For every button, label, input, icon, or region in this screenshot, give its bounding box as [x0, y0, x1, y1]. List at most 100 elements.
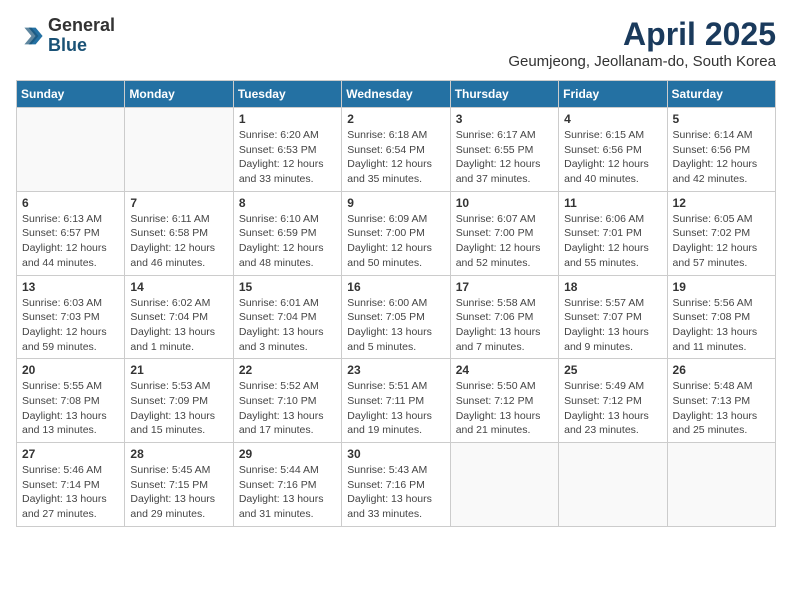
day-number: 22	[239, 363, 336, 377]
table-row: 30Sunrise: 5:43 AMSunset: 7:16 PMDayligh…	[342, 443, 450, 527]
table-row: 13 Sunrise: 6:03 AMSunset: 7:03 PMDayligh…	[17, 275, 125, 359]
table-row: 19 Sunrise: 5:56 AMSunset: 7:08 PMDayligh…	[667, 275, 775, 359]
day-info: Sunrise: 5:48 AMSunset: 7:13 PMDaylight:…	[673, 379, 770, 438]
day-number: 6	[22, 196, 119, 210]
day-info: Sunrise: 5:57 AMSunset: 7:07 PMDaylight:…	[564, 296, 661, 355]
table-row: 28Sunrise: 5:45 AMSunset: 7:15 PMDayligh…	[125, 443, 233, 527]
day-number: 15	[239, 280, 336, 294]
table-row: 4 Sunrise: 6:15 AMSunset: 6:56 PMDaylight…	[559, 108, 667, 192]
day-number: 9	[347, 196, 444, 210]
day-info: Sunrise: 6:20 AMSunset: 6:53 PMDaylight:…	[239, 128, 336, 187]
day-number: 20	[22, 363, 119, 377]
day-number: 2	[347, 112, 444, 126]
table-row: 5Sunrise: 6:14 AMSunset: 6:56 PMDaylight…	[667, 108, 775, 192]
table-row: 26Sunrise: 5:48 AMSunset: 7:13 PMDayligh…	[667, 359, 775, 443]
header-saturday: Saturday	[667, 81, 775, 108]
location-title: Geumjeong, Jeollanam-do, South Korea	[508, 53, 776, 70]
day-info: Sunrise: 5:45 AMSunset: 7:15 PMDaylight:…	[130, 463, 227, 522]
day-info: Sunrise: 5:52 AMSunset: 7:10 PMDaylight:…	[239, 379, 336, 438]
day-number: 19	[673, 280, 770, 294]
day-info: Sunrise: 5:46 AMSunset: 7:14 PMDaylight:…	[22, 463, 119, 522]
table-row: 16Sunrise: 6:00 AMSunset: 7:05 PMDayligh…	[342, 275, 450, 359]
logo-blue: Blue	[48, 36, 115, 56]
day-info: Sunrise: 5:58 AMSunset: 7:06 PMDaylight:…	[456, 296, 553, 355]
day-number: 18	[564, 280, 661, 294]
day-number: 5	[673, 112, 770, 126]
table-row	[17, 108, 125, 192]
day-number: 23	[347, 363, 444, 377]
day-info: Sunrise: 6:02 AMSunset: 7:04 PMDaylight:…	[130, 296, 227, 355]
day-number: 24	[456, 363, 553, 377]
table-row: 12Sunrise: 6:05 AMSunset: 7:02 PMDayligh…	[667, 191, 775, 275]
day-number: 14	[130, 280, 227, 294]
table-row: 15 Sunrise: 6:01 AMSunset: 7:04 PMDayligh…	[233, 275, 341, 359]
day-info: Sunrise: 5:55 AMSunset: 7:08 PMDaylight:…	[22, 379, 119, 438]
calendar-week-4: 20 Sunrise: 5:55 AMSunset: 7:08 PMDayligh…	[17, 359, 776, 443]
table-row: 20 Sunrise: 5:55 AMSunset: 7:08 PMDayligh…	[17, 359, 125, 443]
table-row: 9 Sunrise: 6:09 AMSunset: 7:00 PMDaylight…	[342, 191, 450, 275]
day-number: 29	[239, 447, 336, 461]
table-row: 24 Sunrise: 5:50 AMSunset: 7:12 PMDayligh…	[450, 359, 558, 443]
day-info: Sunrise: 5:50 AMSunset: 7:12 PMDaylight:…	[456, 379, 553, 438]
header-friday: Friday	[559, 81, 667, 108]
table-row: 22 Sunrise: 5:52 AMSunset: 7:10 PMDayligh…	[233, 359, 341, 443]
table-row	[450, 443, 558, 527]
day-number: 1	[239, 112, 336, 126]
day-number: 16	[347, 280, 444, 294]
table-row: 10 Sunrise: 6:07 AMSunset: 7:00 PMDayligh…	[450, 191, 558, 275]
day-number: 12	[673, 196, 770, 210]
table-row: 2 Sunrise: 6:18 AMSunset: 6:54 PMDaylight…	[342, 108, 450, 192]
day-info: Sunrise: 5:49 AMSunset: 7:12 PMDaylight:…	[564, 379, 661, 438]
table-row: 29 Sunrise: 5:44 AMSunset: 7:16 PMDayligh…	[233, 443, 341, 527]
table-row: 7Sunrise: 6:11 AMSunset: 6:58 PMDaylight…	[125, 191, 233, 275]
day-info: Sunrise: 6:07 AMSunset: 7:00 PMDaylight:…	[456, 212, 553, 271]
day-info: Sunrise: 6:13 AMSunset: 6:57 PMDaylight:…	[22, 212, 119, 271]
day-info: Sunrise: 5:56 AMSunset: 7:08 PMDaylight:…	[673, 296, 770, 355]
table-row: 18 Sunrise: 5:57 AMSunset: 7:07 PMDayligh…	[559, 275, 667, 359]
table-row: 3 Sunrise: 6:17 AMSunset: 6:55 PMDaylight…	[450, 108, 558, 192]
day-info: Sunrise: 6:03 AMSunset: 7:03 PMDaylight:…	[22, 296, 119, 355]
month-title: April 2025	[508, 16, 776, 53]
day-number: 11	[564, 196, 661, 210]
title-area: April 2025 Geumjeong, Jeollanam-do, Sout…	[508, 16, 776, 70]
calendar-week-2: 6 Sunrise: 6:13 AMSunset: 6:57 PMDaylight…	[17, 191, 776, 275]
table-row	[667, 443, 775, 527]
day-info: Sunrise: 6:18 AMSunset: 6:54 PMDaylight:…	[347, 128, 444, 187]
day-number: 27	[22, 447, 119, 461]
day-info: Sunrise: 6:15 AMSunset: 6:56 PMDaylight:…	[564, 128, 661, 187]
table-row	[559, 443, 667, 527]
day-info: Sunrise: 6:01 AMSunset: 7:04 PMDaylight:…	[239, 296, 336, 355]
header-wednesday: Wednesday	[342, 81, 450, 108]
table-row: 21Sunrise: 5:53 AMSunset: 7:09 PMDayligh…	[125, 359, 233, 443]
day-info: Sunrise: 6:11 AMSunset: 6:58 PMDaylight:…	[130, 212, 227, 271]
day-number: 21	[130, 363, 227, 377]
day-info: Sunrise: 5:44 AMSunset: 7:16 PMDaylight:…	[239, 463, 336, 522]
calendar-header-row: Sunday Monday Tuesday Wednesday Thursday…	[17, 81, 776, 108]
day-number: 30	[347, 447, 444, 461]
table-row: 6 Sunrise: 6:13 AMSunset: 6:57 PMDaylight…	[17, 191, 125, 275]
calendar-week-3: 13 Sunrise: 6:03 AMSunset: 7:03 PMDayligh…	[17, 275, 776, 359]
day-number: 4	[564, 112, 661, 126]
day-info: Sunrise: 6:09 AMSunset: 7:00 PMDaylight:…	[347, 212, 444, 271]
day-number: 3	[456, 112, 553, 126]
day-number: 17	[456, 280, 553, 294]
table-row	[125, 108, 233, 192]
day-number: 10	[456, 196, 553, 210]
day-info: Sunrise: 6:17 AMSunset: 6:55 PMDaylight:…	[456, 128, 553, 187]
table-row: 11 Sunrise: 6:06 AMSunset: 7:01 PMDayligh…	[559, 191, 667, 275]
table-row: 23 Sunrise: 5:51 AMSunset: 7:11 PMDayligh…	[342, 359, 450, 443]
table-row: 27 Sunrise: 5:46 AMSunset: 7:14 PMDayligh…	[17, 443, 125, 527]
day-info: Sunrise: 6:10 AMSunset: 6:59 PMDaylight:…	[239, 212, 336, 271]
table-row: 1 Sunrise: 6:20 AMSunset: 6:53 PMDaylight…	[233, 108, 341, 192]
logo-general: General	[48, 16, 115, 36]
day-info: Sunrise: 6:06 AMSunset: 7:01 PMDaylight:…	[564, 212, 661, 271]
day-info: Sunrise: 5:51 AMSunset: 7:11 PMDaylight:…	[347, 379, 444, 438]
calendar-week-1: 1 Sunrise: 6:20 AMSunset: 6:53 PMDaylight…	[17, 108, 776, 192]
header-thursday: Thursday	[450, 81, 558, 108]
day-number: 13	[22, 280, 119, 294]
calendar: Sunday Monday Tuesday Wednesday Thursday…	[16, 80, 776, 527]
header-sunday: Sunday	[17, 81, 125, 108]
calendar-week-5: 27 Sunrise: 5:46 AMSunset: 7:14 PMDayligh…	[17, 443, 776, 527]
table-row: 17 Sunrise: 5:58 AMSunset: 7:06 PMDayligh…	[450, 275, 558, 359]
table-row: 8Sunrise: 6:10 AMSunset: 6:59 PMDaylight…	[233, 191, 341, 275]
